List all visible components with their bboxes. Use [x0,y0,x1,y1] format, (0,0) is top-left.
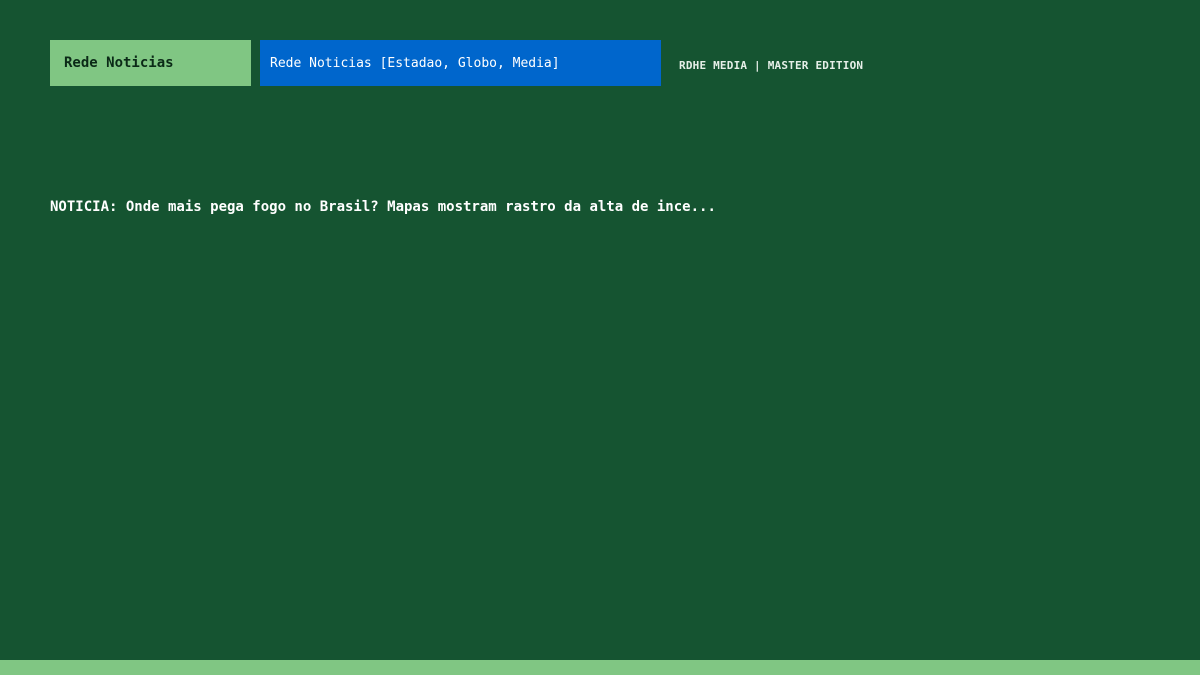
channel-label[interactable]: Rede Noticias [50,40,251,86]
news-headline: NOTICIA: Onde mais pega fogo no Brasil? … [50,199,716,215]
bottom-bar [0,660,1200,675]
header-row: Rede Noticias Rede Noticias [Estadao, Gl… [50,40,863,86]
source-field[interactable]: Rede Noticias [Estadao, Globo, Media] [260,40,661,86]
edition-label: RDHE MEDIA | MASTER EDITION [679,58,864,72]
